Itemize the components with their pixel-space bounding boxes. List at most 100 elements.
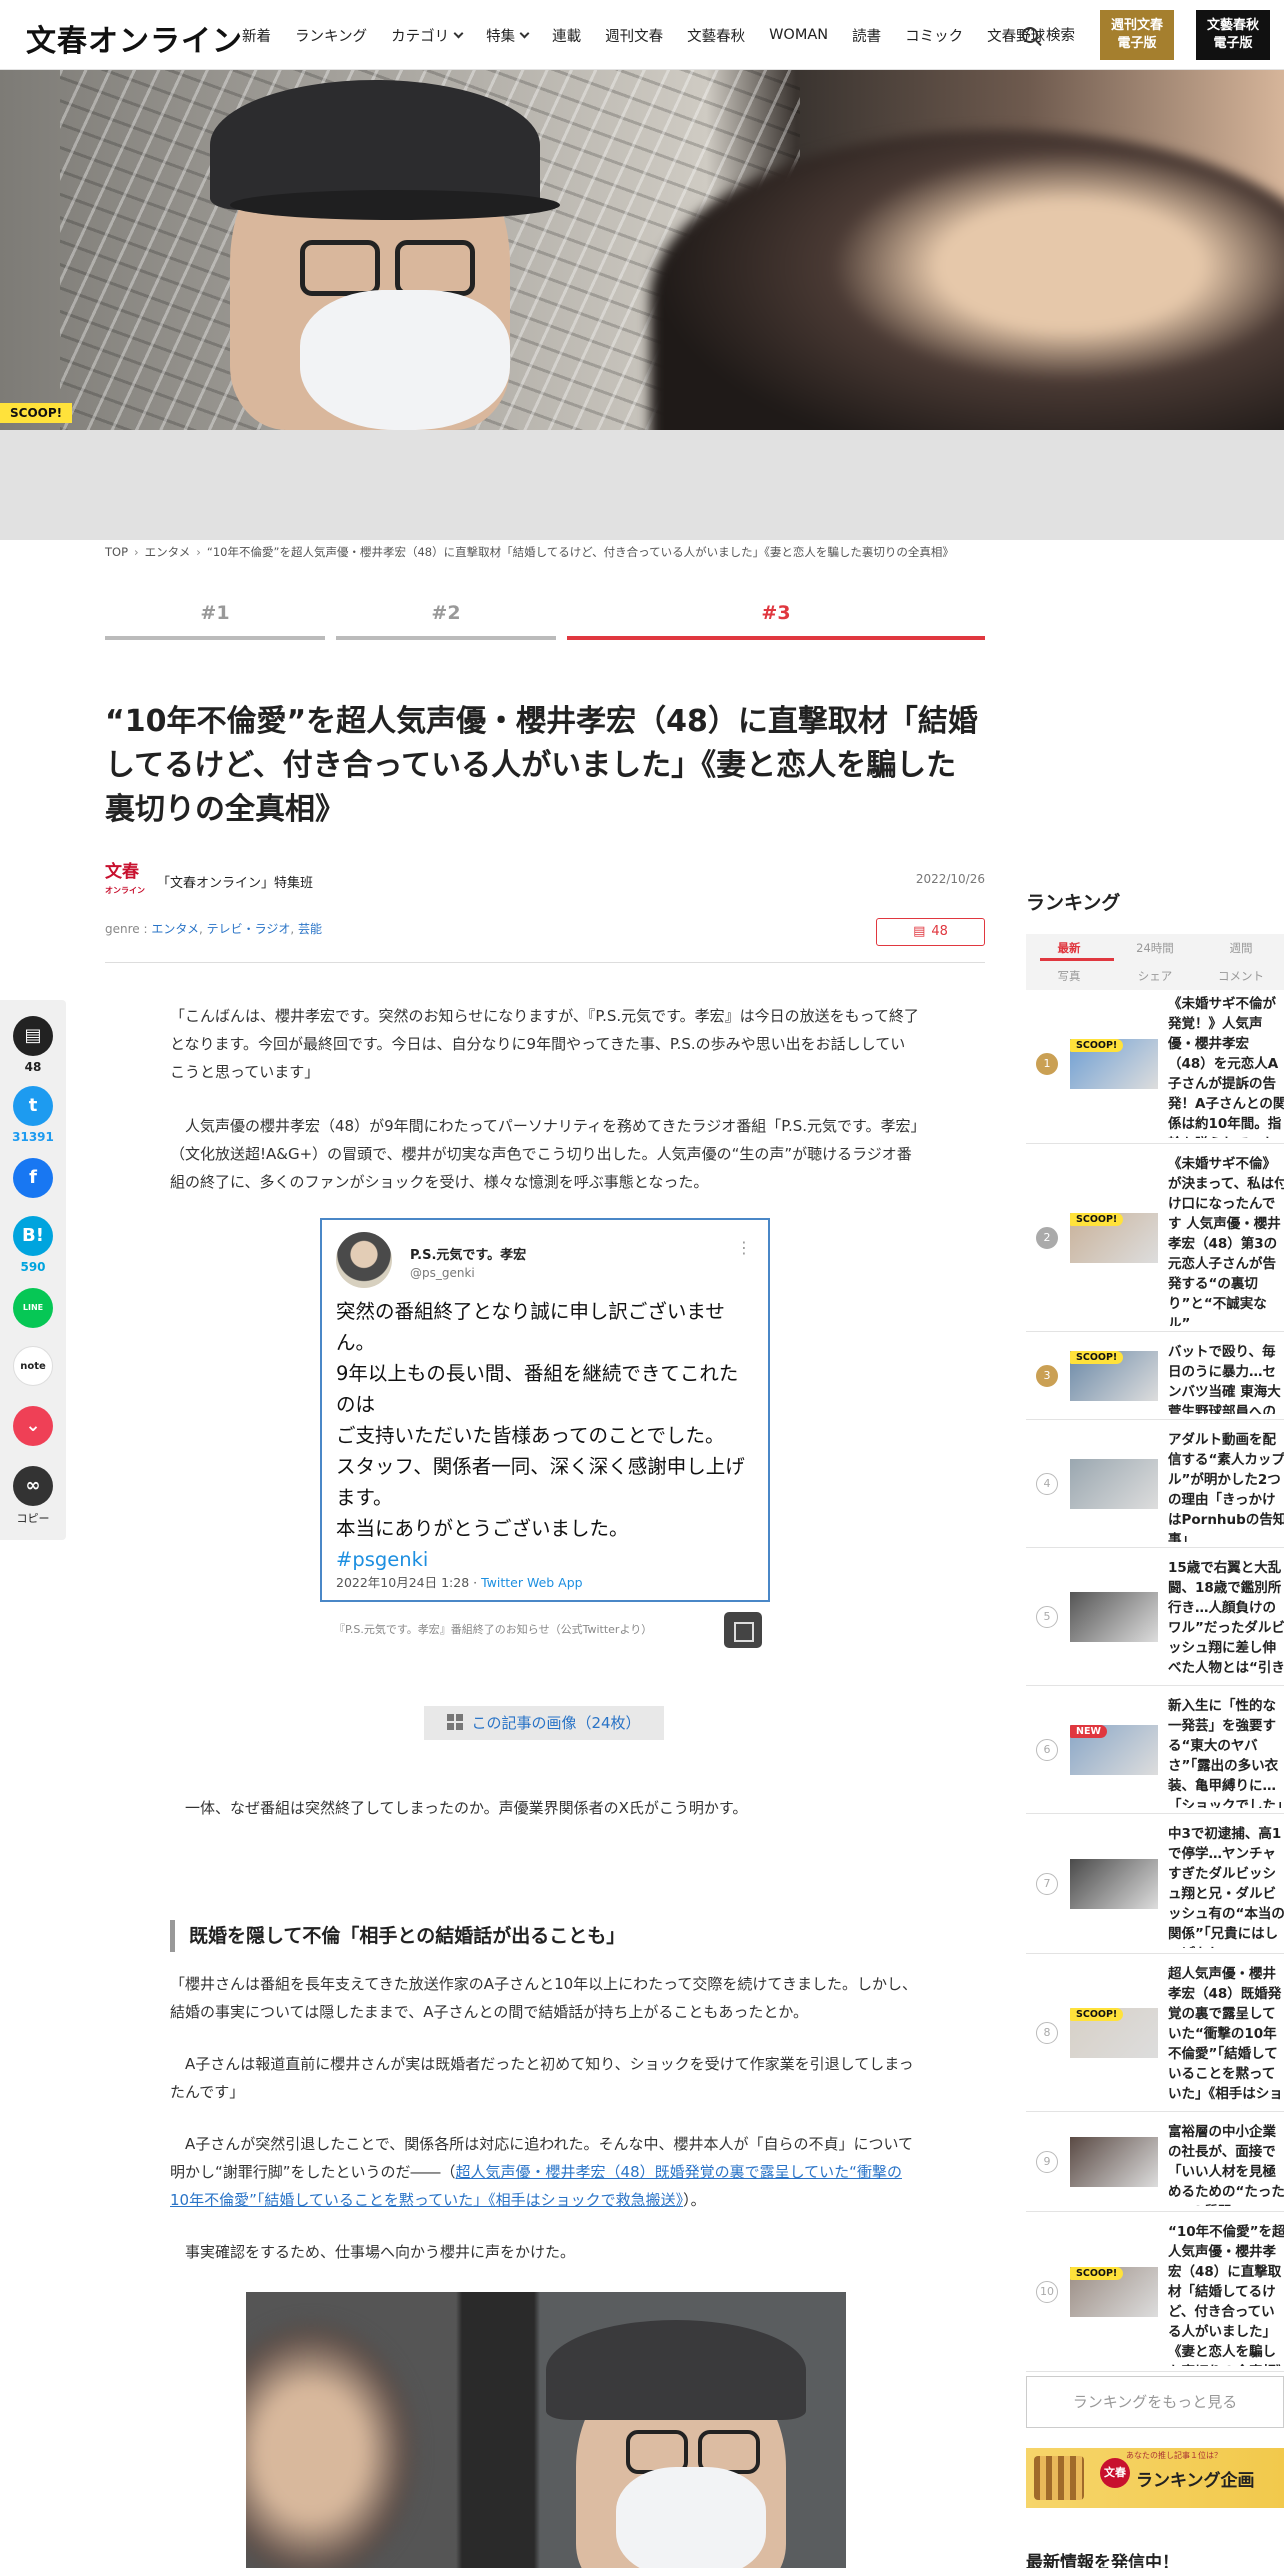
ranking-campaign-banner[interactable]: あなたの推し記事１位は？ 文春 ランキング企画 (1026, 2448, 1284, 2508)
ranking-item-text: 超人気声優・櫻井孝宏（48）既婚発覚の裏で露呈していた“衝撃の10年不倫愛”「結… (1168, 1966, 1283, 2102)
nav-item-shukan-bunshun[interactable]: 週刊文春 (605, 25, 663, 46)
breadcrumb: TOP › エンタメ › “10年不倫愛”を超人気声優・櫻井孝宏（48）に直撃取材「結婚… (105, 544, 954, 560)
ranking-item[interactable]: 3 SCOOP! バットで殴り、毎日のうに暴力…センバツ当確 東海大菅生野球部員への… (1026, 1332, 1284, 1420)
search-button[interactable]: 検索 (1022, 24, 1075, 45)
site-header: 文春オンライン 新着 ランキング カテゴリ 特集 連載 週刊文春 文藝春秋 WO… (0, 0, 1284, 70)
tweet-text: 突然の番組終了となり誠に申し訳ございません。 9年以上もの長い間、番組を継続でき… (336, 1300, 745, 1540)
ranking-tab-24h[interactable]: 24時間 (1112, 940, 1198, 956)
ranking-tab-comment[interactable]: コメント (1198, 968, 1284, 984)
photo-blurred-person (246, 2322, 416, 2568)
link-copy-icon[interactable]: ∞ (13, 1466, 53, 1506)
nav-item-feature[interactable]: 特集 (486, 25, 530, 46)
comment-share-icon[interactable]: ▤ (13, 1016, 53, 1056)
genre-link-tv-radio[interactable]: テレビ・ラジオ (207, 922, 291, 936)
ranking-thumbnail: SCOOP! (1070, 2267, 1158, 2317)
note-icon[interactable]: note (13, 1346, 53, 1386)
tweet-date-text: 2022年10月24日 1:28 · (336, 1575, 482, 1590)
ranking-thumbnail: SCOOP! (1070, 1213, 1158, 1263)
banner-illustration (1034, 2456, 1084, 2500)
comments-button[interactable]: ▤ 48 (876, 918, 985, 946)
shukan-bunshun-ebook-button[interactable]: 週刊文春 電子版 (1100, 10, 1174, 60)
grid-icon (447, 1714, 464, 1730)
author-name[interactable]: 「文春オンライン」特集班 (157, 872, 313, 891)
facebook-icon[interactable]: f (13, 1158, 53, 1198)
nav-item-new[interactable]: 新着 (242, 25, 271, 46)
ranking-tab-share[interactable]: シェア (1112, 968, 1198, 984)
nav-item-series[interactable]: 連載 (552, 25, 581, 46)
pocket-icon[interactable]: ⌄ (13, 1406, 53, 1446)
article-photo[interactable] (246, 2292, 846, 2568)
ranking-thumbnail: SCOOP! (1070, 2008, 1158, 2058)
tweet-author-name[interactable]: P.S.元気です。孝宏 (410, 1244, 526, 1263)
tab-page-3[interactable]: #3 (567, 600, 985, 640)
nav-item-bungei-shunju[interactable]: 文藝春秋 (687, 25, 745, 46)
ranking-item[interactable]: 5 15歳で右翼と大乱闘、18歳で鑑別所行き…人顔負けのワル”だったダルビッシュ翔… (1026, 1548, 1284, 1686)
ranking-thumbnail: NEW (1070, 1725, 1158, 1775)
ranking-badge: SCOOP! (1070, 2267, 1124, 2280)
embedded-tweet[interactable]: P.S.元気です。孝宏 @ps_genki ⋮ 突然の番組終了となり誠に申し訳ご… (320, 1218, 770, 1602)
article-page-tabs: #1 #2 #3 (105, 600, 985, 640)
share-bar: ▤ 48 t 31391 f B! 590 LINE note ⌄ ∞ コピー (0, 1000, 66, 1540)
line-icon[interactable]: LINE (13, 1288, 53, 1328)
ranking-item[interactable]: 1 SCOOP! 《未婚サギ不倫が発覚！》人気声優・櫻井孝宏（48）を元恋人A子さん… (1026, 984, 1284, 1144)
hero-mask (300, 290, 510, 430)
ranking-item[interactable]: 8 SCOOP! 超人気声優・櫻井孝宏（48）既婚発覚の裏で露呈していた“衝撃の10… (1026, 1954, 1284, 2112)
site-logo[interactable]: 文春オンライン (26, 16, 243, 60)
share-comment-count: 48 (24, 1060, 42, 1074)
ranking-item[interactable]: 4 アダルト動画を配信する“素人カップル”が明かした2つの理由「きっかけはPorn… (1026, 1420, 1284, 1548)
author-logo: 文春 オンライン (105, 864, 145, 898)
ranking-tabs: 最新 24時間 週間 写真 シェア コメント (1026, 934, 1284, 990)
tab-page-2[interactable]: #2 (336, 600, 556, 640)
breadcrumb-top[interactable]: TOP (105, 545, 128, 559)
twitter-count: 31391 (12, 1130, 54, 1144)
paragraph-5: A子さんは報道直前に櫻井さんが実は既婚者だったと初めて知り、ショックを受けて作家… (170, 2055, 914, 2101)
tweet-source[interactable]: Twitter Web App (481, 1575, 583, 1590)
ranking-tab-latest[interactable]: 最新 (1026, 940, 1112, 956)
ranking-item-text: “10年不倫愛”を超人気声優・櫻井孝宏（48）に直撃取材「結婚してるけど、付き合… (1168, 2224, 1284, 2366)
main-nav: 新着 ランキング カテゴリ 特集 連載 週刊文春 文藝春秋 WOMAN 読書 コ… (242, 0, 1069, 70)
hatena-icon[interactable]: B! (13, 1216, 53, 1256)
nav-item-ranking[interactable]: ランキング (295, 25, 367, 46)
ebook1-line1: 週刊文春 (1110, 18, 1163, 33)
ranking-item[interactable]: 10 SCOOP! “10年不倫愛”を超人気声優・櫻井孝宏（48）に直撃取材「結婚し… (1026, 2212, 1284, 2372)
ranking-number: 7 (1036, 1873, 1058, 1895)
genre-link-geinou[interactable]: 芸能 (298, 922, 322, 936)
breadcrumb-current: “10年不倫愛”を超人気声優・櫻井孝宏（48）に直撃取材「結婚してるけど、付き合… (206, 545, 954, 559)
tweet-hashtag[interactable]: #psgenki (336, 1548, 428, 1571)
more-icon[interactable]: ⋮ (736, 1238, 752, 1257)
ranking-item[interactable]: 6 NEW 新入生に「性的な一発芸」を強要する“東大のヤバさ”「露出の多い衣装、亀甲… (1026, 1686, 1284, 1814)
breadcrumb-entame[interactable]: エンタメ (145, 545, 191, 559)
ranking-item[interactable]: 7 中3で初逮捕、高1で停学…ヤンチャすぎたダルビッシュ翔と兄・ダルビッシュ有の“… (1026, 1814, 1284, 1954)
ranking-more-button[interactable]: ランキングをもっと見る (1026, 2376, 1284, 2428)
ranking-tab-weekly[interactable]: 週間 (1198, 940, 1284, 956)
ranking-thumbnail (1070, 1859, 1158, 1909)
ranking-badge: NEW (1070, 1725, 1107, 1738)
breadcrumb-separator: › (134, 545, 139, 559)
hero-image[interactable] (0, 70, 1284, 430)
ranking-badge: SCOOP! (1070, 1351, 1124, 1364)
ranking-thumbnail (1070, 1592, 1158, 1642)
ranking-number: 9 (1036, 2151, 1058, 2173)
tab-page-1[interactable]: #1 (105, 600, 325, 640)
ranking-number: 3 (1036, 1365, 1058, 1387)
zoom-icon[interactable] (724, 1612, 762, 1648)
hero-glasses-right (395, 240, 475, 296)
ranking-item[interactable]: 9 富裕層の中小企業の社長が、面接で「いい人材を見極めるための“たった2つの質問” (1026, 2112, 1284, 2212)
ranking-badge: SCOOP! (1070, 2008, 1124, 2021)
nav-item-category[interactable]: カテゴリ (391, 25, 464, 46)
nav-item-comic[interactable]: コミック (905, 25, 963, 46)
genre-link-entame[interactable]: エンタメ (151, 922, 199, 936)
twitter-icon[interactable]: t (13, 1086, 53, 1126)
ranking-tab-photo[interactable]: 写真 (1026, 968, 1112, 984)
bungei-shunju-ebook-button[interactable]: 文藝春秋 電子版 (1196, 10, 1270, 60)
ranking-number: 4 (1036, 1473, 1058, 1495)
nav-item-woman[interactable]: WOMAN (769, 27, 828, 43)
ranking-item[interactable]: 2 SCOOP! 《未婚サギ不倫》が決まって、私は付け口になったんです 人気声優・櫻… (1026, 1144, 1284, 1332)
byline: 文春 オンライン 「文春オンライン」特集班 2022/10/26 (105, 862, 985, 902)
genre-list: genre : エンタメ, テレビ・ラジオ, 芸能 (105, 922, 323, 936)
nav-item-books[interactable]: 読書 (852, 25, 881, 46)
paragraph-4: 「櫻井さんは番組を長年支えてきた放送作家のA子さんと10年以上にわたって交際を続… (170, 1975, 917, 2021)
article-images-label: この記事の画像（24枚） (471, 1714, 641, 1732)
nav-item-feature-label: 特集 (486, 28, 516, 45)
article-images-button[interactable]: この記事の画像（24枚） (424, 1706, 664, 1740)
